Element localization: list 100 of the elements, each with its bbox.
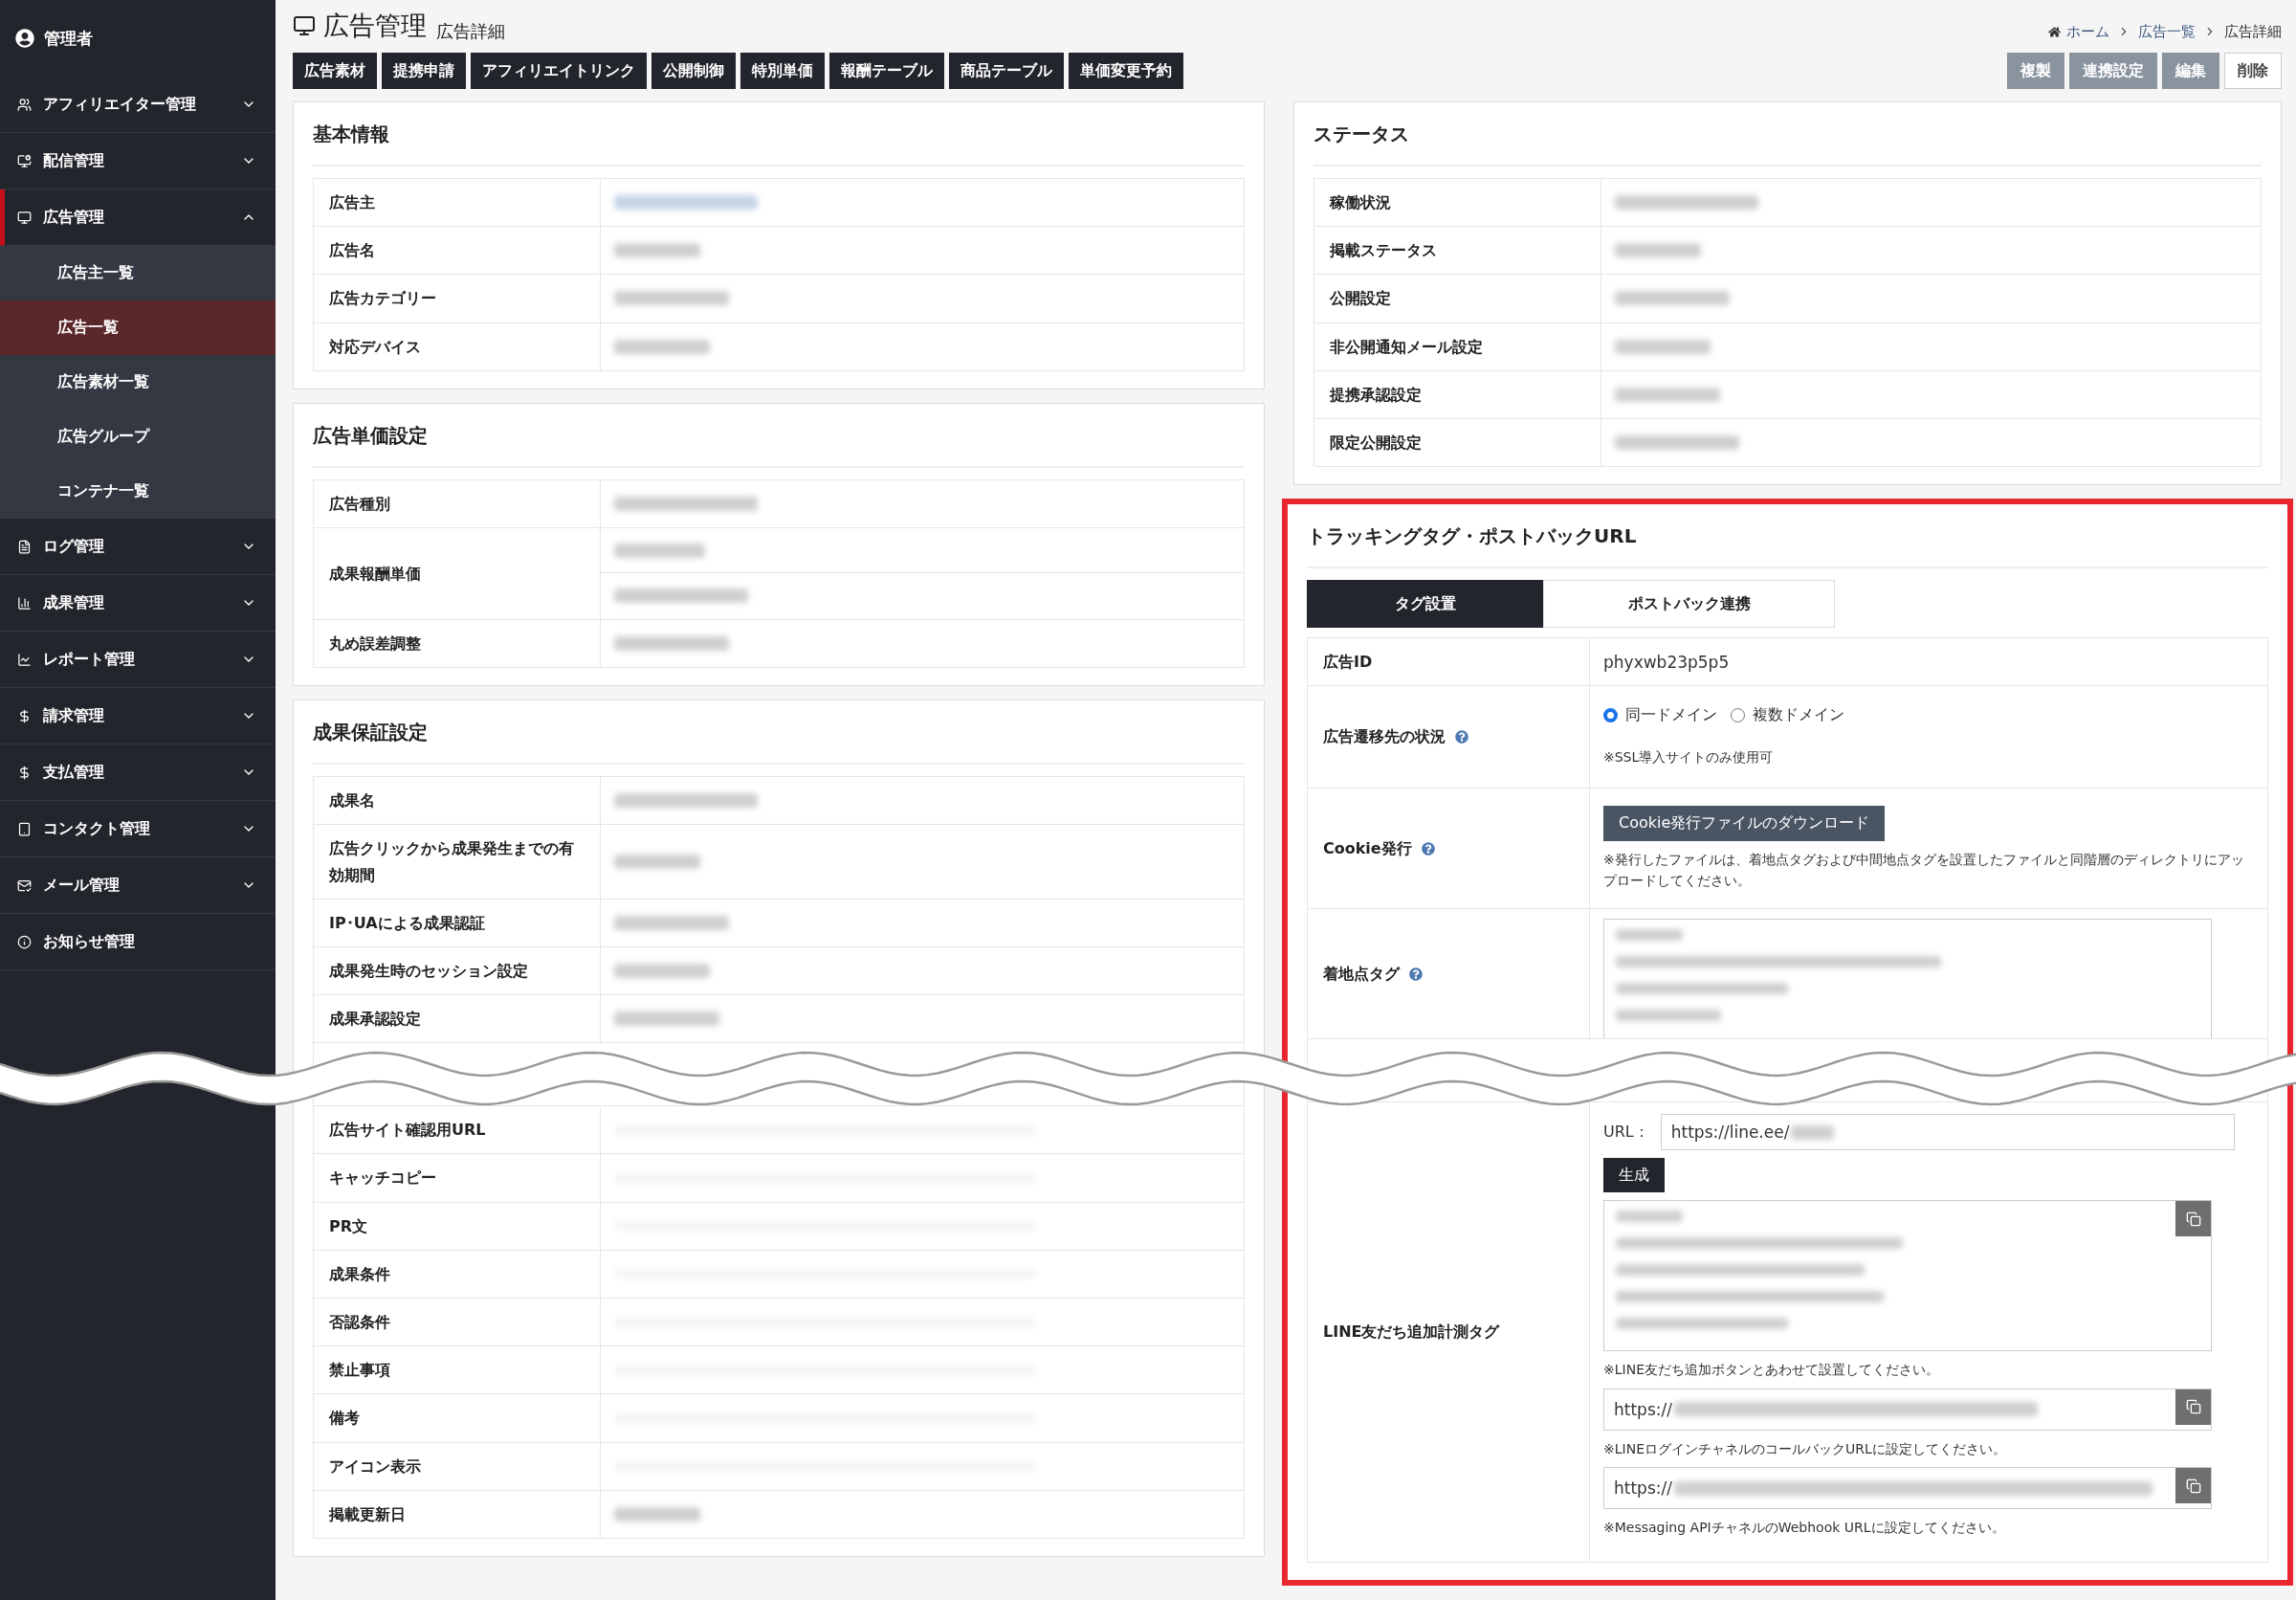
- row-label: 対応デバイス: [314, 322, 601, 370]
- radio-option[interactable]: 同一ドメイン: [1603, 705, 1717, 726]
- row-label: アイコン表示: [314, 1442, 601, 1490]
- monitor-icon: [17, 210, 32, 225]
- sidebar-item[interactable]: コンタクト管理: [0, 801, 276, 857]
- sidebar-subitem[interactable]: 広告一覧: [0, 300, 276, 355]
- row-label: 成果承認設定: [314, 995, 601, 1043]
- row-label: 広告ID: [1308, 638, 1590, 686]
- sidebar-subitem[interactable]: 広告主一覧: [0, 246, 276, 300]
- row-label: 広告遷移先の状況: [1308, 686, 1590, 788]
- help-icon[interactable]: [1455, 730, 1468, 744]
- note-text: ※Messaging APIチャネルのWebhook URLに設定してください。: [1603, 1519, 2006, 1538]
- panel-title: 広告単価設定: [313, 403, 1245, 468]
- row-label: 成果名: [314, 777, 601, 825]
- document-icon: [17, 539, 32, 554]
- dollar-icon: [17, 765, 32, 780]
- help-icon[interactable]: [1409, 967, 1423, 981]
- row-label: 広告名: [314, 227, 601, 275]
- tablet-icon: [17, 821, 32, 836]
- download-button[interactable]: Cookie発行ファイルのダウンロード: [1603, 805, 1886, 841]
- row-label: 丸め誤差調整: [314, 619, 601, 668]
- page-title: 広告管理: [293, 9, 427, 43]
- blurred-value: [1616, 929, 1683, 942]
- panel-title: 基本情報: [313, 102, 1245, 167]
- nav-button[interactable]: 公開制御: [651, 53, 736, 89]
- nav-button[interactable]: 提携申請: [382, 53, 466, 89]
- user-icon: [15, 29, 34, 48]
- tab[interactable]: タグ設置: [1307, 580, 1543, 629]
- nav-button[interactable]: 商品テーブル: [949, 53, 1064, 89]
- dollar-icon: [17, 708, 32, 723]
- copy-icon: [2185, 1478, 2201, 1494]
- sidebar-subitem[interactable]: 広告素材一覧: [0, 355, 276, 410]
- sidebar-item[interactable]: 配信管理: [0, 133, 276, 189]
- sidebar-item[interactable]: 成果管理: [0, 575, 276, 632]
- nav-button[interactable]: アフィリエイトリンク: [471, 53, 647, 89]
- people-icon: [17, 97, 32, 112]
- sidebar-item[interactable]: 支払管理: [0, 744, 276, 801]
- sidebar-item[interactable]: ログ管理: [0, 519, 276, 575]
- monitor-icon: [17, 153, 32, 168]
- nav-button[interactable]: 特別単価: [740, 53, 825, 89]
- sidebar-item[interactable]: レポート管理: [0, 632, 276, 688]
- note-text: ※発行したファイルは、着地点タグおよび中間地点タグを設置したファイルと同階層のディレクトリにアップロードしてください。: [1603, 850, 2245, 891]
- tab[interactable]: ポストバック連携: [1543, 580, 1835, 629]
- row-label: 非公開通知メール設定: [1314, 322, 1601, 370]
- note-text: ※LINE友だち追加ボタンとあわせて設置してください。: [1603, 1361, 1940, 1380]
- sidebar-item[interactable]: 請求管理: [0, 688, 276, 744]
- row-label: 稼働状況: [1314, 179, 1601, 227]
- row-label: 掲載更新日: [314, 1490, 601, 1538]
- ad-id-value: phyxwb23p5p5: [1603, 652, 1731, 672]
- copy-icon: [2185, 1399, 2201, 1415]
- row-label: 禁止事項: [314, 1346, 601, 1394]
- page-subtitle: 広告詳細: [436, 20, 505, 43]
- sidebar-subitem[interactable]: 広告グループ: [0, 410, 276, 464]
- sidebar-item[interactable]: メール管理: [0, 857, 276, 914]
- row-label: 広告カテゴリー: [314, 275, 601, 322]
- radio-button[interactable]: [1731, 708, 1745, 723]
- radio-option[interactable]: 複数ドメイン: [1731, 705, 1844, 726]
- blurred-value: [1616, 1211, 1683, 1223]
- row-label: PR文: [314, 1202, 601, 1250]
- home-icon: [2048, 25, 2061, 38]
- breadcrumb-link[interactable]: ホーム: [2048, 22, 2109, 41]
- sidebar-subitem[interactable]: コンテナ一覧: [0, 464, 276, 519]
- row-label: Cookie発行: [1308, 788, 1590, 909]
- url-textarea[interactable]: https://: [1603, 1388, 2212, 1431]
- row-label: 着地点タグ: [1308, 909, 1590, 1039]
- row-label: 成果発生時のセッション設定: [314, 946, 601, 995]
- copy-button[interactable]: [2175, 1468, 2211, 1504]
- info-icon: [17, 934, 32, 949]
- generate-button[interactable]: 生成: [1603, 1158, 1665, 1193]
- row-label: 広告クリックから成果発生までの有効期間: [314, 825, 601, 899]
- nav-button[interactable]: 単価変更予約: [1069, 53, 1183, 89]
- row-label: IP･UAによる成果認証: [314, 899, 601, 946]
- panel-title: 成果保証設定: [313, 700, 1245, 766]
- row-label: 備考: [314, 1394, 601, 1442]
- row-label: 否認条件: [314, 1299, 601, 1346]
- row-label: キャッチコピー: [314, 1154, 601, 1202]
- blurred-value: [1791, 1125, 1835, 1140]
- breadcrumb-link[interactable]: 広告詳細: [2224, 22, 2282, 41]
- row-label: 広告サイト確認用URL: [314, 1106, 601, 1154]
- url-textarea[interactable]: https://: [1603, 1467, 2212, 1510]
- nav-button[interactable]: 広告素材: [293, 53, 377, 89]
- note-text: ※SSL導入サイトのみ使用可: [1603, 748, 1775, 767]
- help-icon[interactable]: [1421, 841, 1435, 856]
- row-label: 提携承認設定: [1314, 370, 1601, 418]
- breadcrumb-link[interactable]: 広告一覧: [2138, 22, 2196, 41]
- row-label: 成果条件: [314, 1250, 601, 1298]
- row-label: 掲載ステータス: [1314, 227, 1601, 275]
- row-label: 広告主: [314, 179, 601, 227]
- sidebar-item[interactable]: アフィリエイター管理: [0, 77, 276, 133]
- monitor-icon: [293, 14, 316, 37]
- sidebar-item[interactable]: お知らせ管理: [0, 914, 276, 970]
- action-button[interactable]: 削除: [2224, 53, 2282, 89]
- row-label: 限定公開設定: [1314, 418, 1601, 467]
- bar-chart-icon: [17, 595, 32, 611]
- panel-title: ステータス: [1314, 102, 2262, 167]
- url-input[interactable]: https://line.ee/: [1660, 1114, 2235, 1151]
- copy-button[interactable]: [2175, 1389, 2211, 1425]
- nav-button[interactable]: 報酬テーブル: [829, 53, 944, 89]
- radio-button[interactable]: [1603, 708, 1618, 723]
- copy-button[interactable]: [2175, 1201, 2211, 1237]
